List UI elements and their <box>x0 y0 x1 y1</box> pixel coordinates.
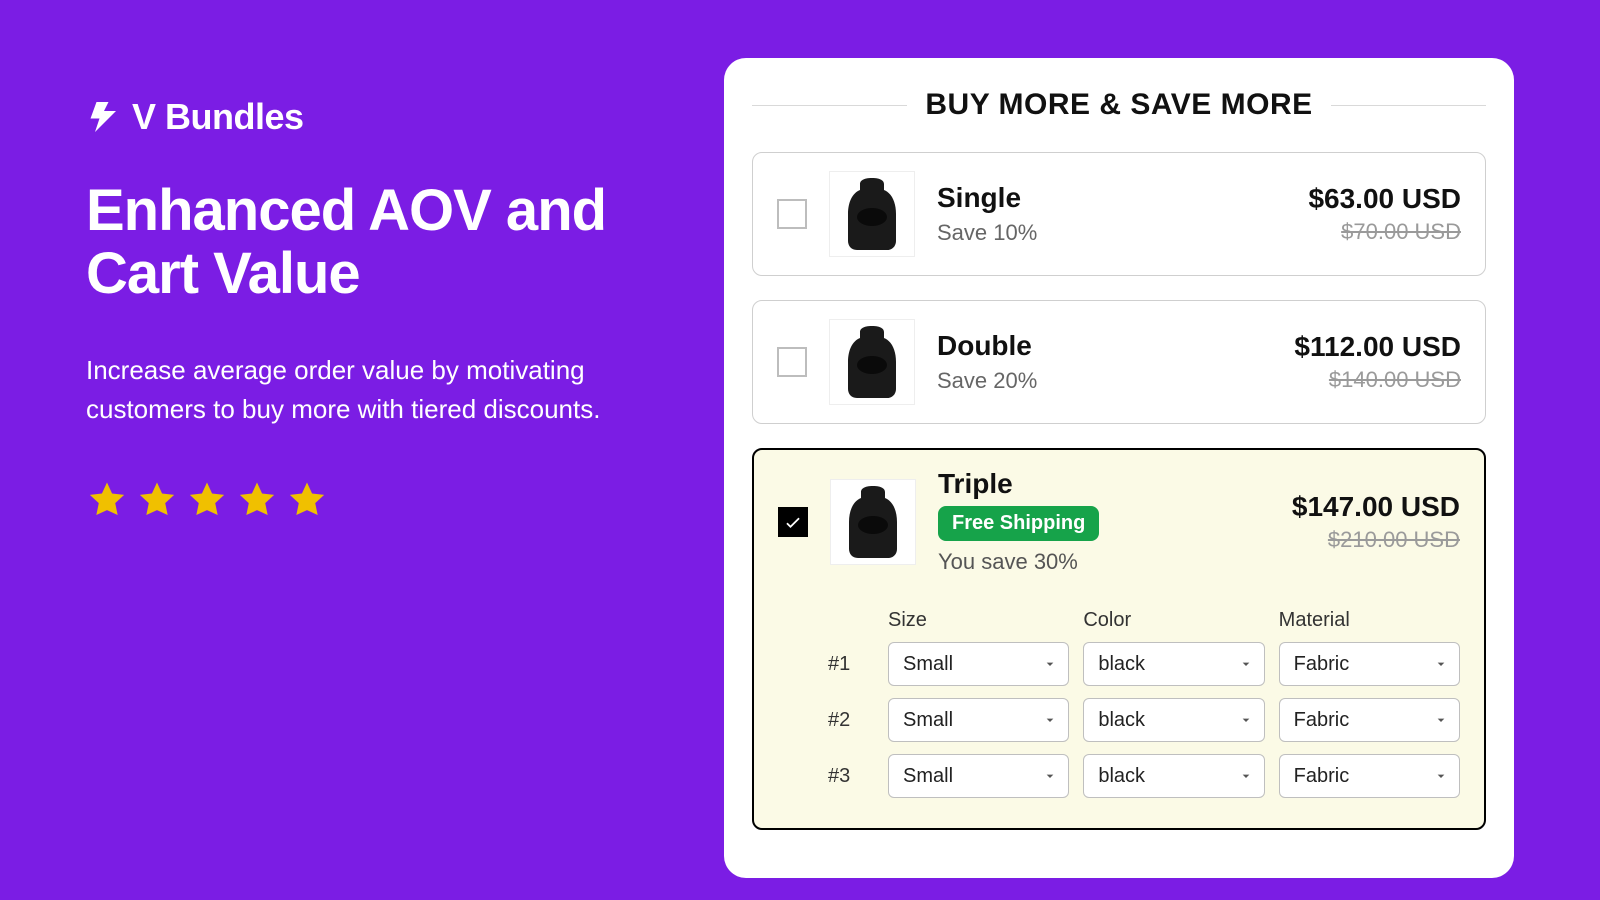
price-current: $63.00 USD <box>1308 183 1461 215</box>
rating-stars <box>86 479 646 521</box>
row-index: #1 <box>828 653 874 676</box>
tier-name: Double <box>937 330 1272 362</box>
price-original: $140.00 USD <box>1294 367 1461 393</box>
widget-title: BUY MORE & SAVE MORE <box>925 88 1312 122</box>
variant-row: #2 Small black Fabric <box>828 698 1460 742</box>
tier-save: You save 30% <box>938 549 1270 575</box>
check-icon <box>783 512 803 532</box>
widget-header: BUY MORE & SAVE MORE <box>752 88 1486 122</box>
chevron-down-icon <box>1433 712 1449 728</box>
col-material: Material <box>1279 609 1460 632</box>
color-select[interactable]: black <box>1083 698 1264 742</box>
tier-name: Single <box>937 182 1286 214</box>
material-select[interactable]: Fabric <box>1279 642 1460 686</box>
checkbox[interactable] <box>777 199 807 229</box>
variant-row: #1 Small black Fabric <box>828 642 1460 686</box>
tier-save: Save 20% <box>937 368 1272 394</box>
chevron-down-icon <box>1433 656 1449 672</box>
hero-panel: V Bundles Enhanced AOV and Cart Value In… <box>86 96 646 521</box>
free-shipping-badge: Free Shipping <box>938 506 1099 541</box>
star-icon <box>86 479 128 521</box>
tier-name: Triple <box>938 468 1270 500</box>
material-select[interactable]: Fabric <box>1279 698 1460 742</box>
chevron-down-icon <box>1238 656 1254 672</box>
divider <box>752 105 907 106</box>
divider <box>1331 105 1486 106</box>
star-icon <box>236 479 278 521</box>
tier-info: Single Save 10% <box>937 182 1286 246</box>
tier-option-triple[interactable]: Triple Free Shipping You save 30% $147.0… <box>752 448 1486 830</box>
size-select[interactable]: Small <box>888 754 1069 798</box>
chevron-down-icon <box>1433 768 1449 784</box>
tier-option-single[interactable]: Single Save 10% $63.00 USD $70.00 USD <box>752 152 1486 276</box>
price-current: $112.00 USD <box>1294 331 1461 363</box>
brand-lockup: V Bundles <box>86 96 646 138</box>
hero-subhead: Increase average order value by motivati… <box>86 351 606 429</box>
size-select[interactable]: Small <box>888 698 1069 742</box>
star-icon <box>286 479 328 521</box>
brand-name: V Bundles <box>132 96 304 138</box>
chevron-down-icon <box>1042 712 1058 728</box>
tier-info: Double Save 20% <box>937 330 1272 394</box>
star-icon <box>136 479 178 521</box>
col-size: Size <box>888 609 1069 632</box>
chevron-down-icon <box>1042 656 1058 672</box>
product-thumb <box>830 479 916 565</box>
product-thumb <box>829 171 915 257</box>
bundle-widget: BUY MORE & SAVE MORE Single Save 10% $63… <box>724 58 1514 878</box>
color-select[interactable]: black <box>1083 754 1264 798</box>
tier-save: Save 10% <box>937 220 1286 246</box>
hero-headline: Enhanced AOV and Cart Value <box>86 180 646 305</box>
row-index: #3 <box>828 765 874 788</box>
price-current: $147.00 USD <box>1292 491 1460 523</box>
price-original: $70.00 USD <box>1308 219 1461 245</box>
chevron-down-icon <box>1238 768 1254 784</box>
bolt-icon <box>86 99 122 135</box>
chevron-down-icon <box>1238 712 1254 728</box>
chevron-down-icon <box>1042 768 1058 784</box>
checkbox-checked[interactable] <box>778 507 808 537</box>
material-select[interactable]: Fabric <box>1279 754 1460 798</box>
tier-price: $147.00 USD $210.00 USD <box>1292 491 1460 553</box>
variant-grid: Size Color Material #1 Small black Fabri… <box>778 609 1460 810</box>
price-original: $210.00 USD <box>1292 527 1460 553</box>
size-select[interactable]: Small <box>888 642 1069 686</box>
star-icon <box>186 479 228 521</box>
product-thumb <box>829 319 915 405</box>
tier-price: $63.00 USD $70.00 USD <box>1308 183 1461 245</box>
variant-header-row: Size Color Material <box>828 609 1460 632</box>
color-select[interactable]: black <box>1083 642 1264 686</box>
tier-option-double[interactable]: Double Save 20% $112.00 USD $140.00 USD <box>752 300 1486 424</box>
row-index: #2 <box>828 709 874 732</box>
col-color: Color <box>1083 609 1264 632</box>
tier-price: $112.00 USD $140.00 USD <box>1294 331 1461 393</box>
checkbox[interactable] <box>777 347 807 377</box>
variant-row: #3 Small black Fabric <box>828 754 1460 798</box>
tier-info: Triple Free Shipping You save 30% <box>938 468 1270 575</box>
